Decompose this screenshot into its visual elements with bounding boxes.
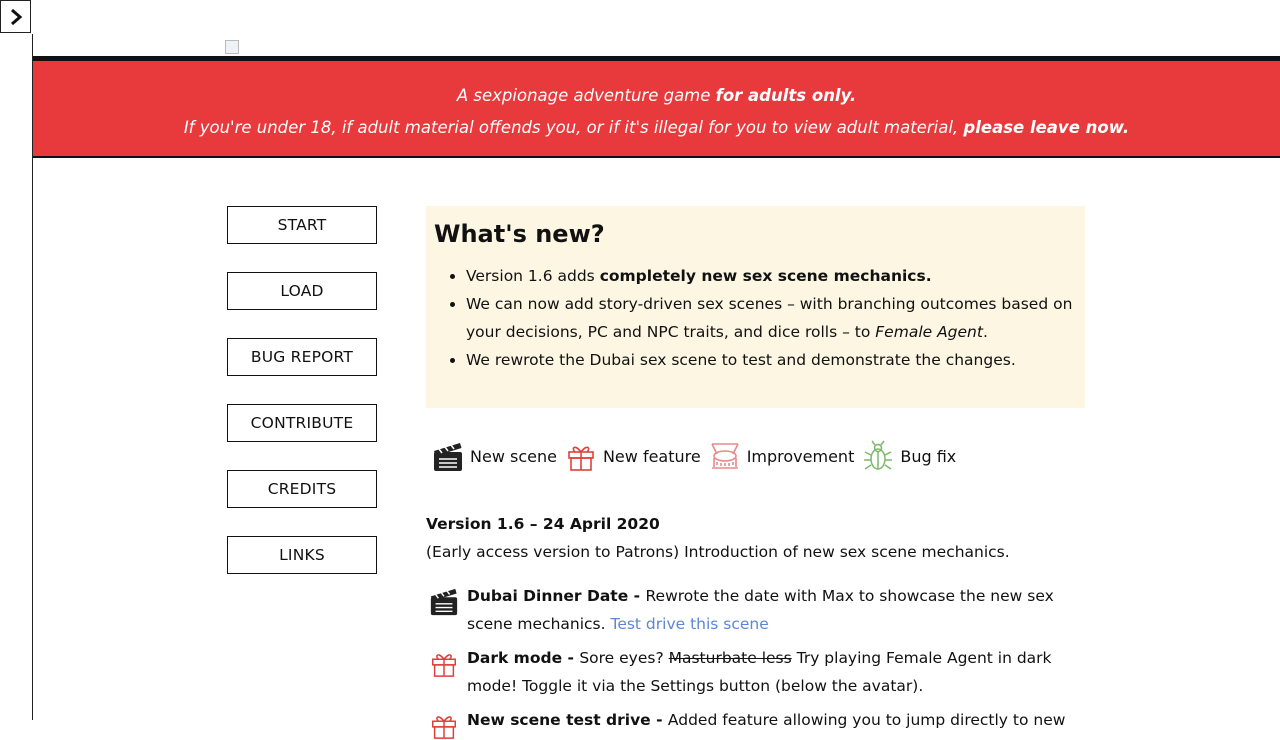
legend-bug-fix: Bug fix (862, 440, 956, 472)
main-menu: START LOAD BUG REPORT CONTRIBUTE CREDITS… (227, 206, 377, 602)
changelog-entry: Dubai Dinner Date - Rewrote the date wit… (426, 582, 1086, 638)
legend-new-feature: New feature (565, 440, 701, 472)
changelog-legend: New scene New feature Improvement Bug fi… (432, 440, 964, 472)
bug-icon (864, 440, 893, 470)
load-button[interactable]: LOAD (227, 272, 377, 310)
list-item: We rewrote the Dubai sex scene to test a… (466, 346, 1077, 374)
gift-icon (568, 446, 594, 471)
test-drive-link[interactable]: Test drive this scene (610, 615, 768, 633)
legend-new-scene: New scene (432, 440, 557, 472)
age-warning-banner: A sexpionage adventure game for adults o… (33, 56, 1280, 158)
banner-line-1: A sexpionage adventure game for adults o… (456, 86, 857, 105)
version-description: (Early access version to Patrons) Introd… (426, 543, 1010, 561)
list-item: Version 1.6 adds completely new sex scen… (466, 262, 1077, 290)
bug-report-button[interactable]: BUG REPORT (227, 338, 377, 376)
credits-button[interactable]: CREDITS (227, 470, 377, 508)
changelog-entry: Dark mode - Sore eyes? Masturbate less T… (426, 644, 1086, 700)
gift-icon (432, 654, 456, 677)
contribute-button[interactable]: CONTRIBUTE (227, 404, 377, 442)
clapperboard-icon (434, 443, 462, 471)
changelog: Version 1.6 – 24 April 2020 (Early acces… (426, 510, 1086, 739)
whats-new-list: Version 1.6 adds completely new sex scen… (434, 262, 1077, 374)
clapperboard-icon (430, 588, 458, 616)
legend-improvement: Improvement (709, 440, 854, 472)
sidebar-toggle-button[interactable] (0, 0, 31, 33)
gift-icon (432, 716, 456, 739)
chevron-right-icon (10, 8, 22, 25)
banner-line-2: If you're under 18, if adult material of… (183, 118, 1130, 137)
whats-new-title: What's new? (434, 220, 605, 248)
measuring-tape-icon (710, 443, 739, 469)
version-title: Version 1.6 – 24 April 2020 (426, 515, 660, 533)
logo-image (225, 40, 239, 54)
links-button[interactable]: LINKS (227, 536, 377, 574)
start-button[interactable]: START (227, 206, 377, 244)
changelog-entry: New scene test drive - Added feature all… (426, 706, 1086, 739)
whats-new-panel: What's new? Version 1.6 adds completely … (426, 206, 1085, 408)
list-item: We can now add story-driven sex scenes –… (466, 290, 1077, 346)
